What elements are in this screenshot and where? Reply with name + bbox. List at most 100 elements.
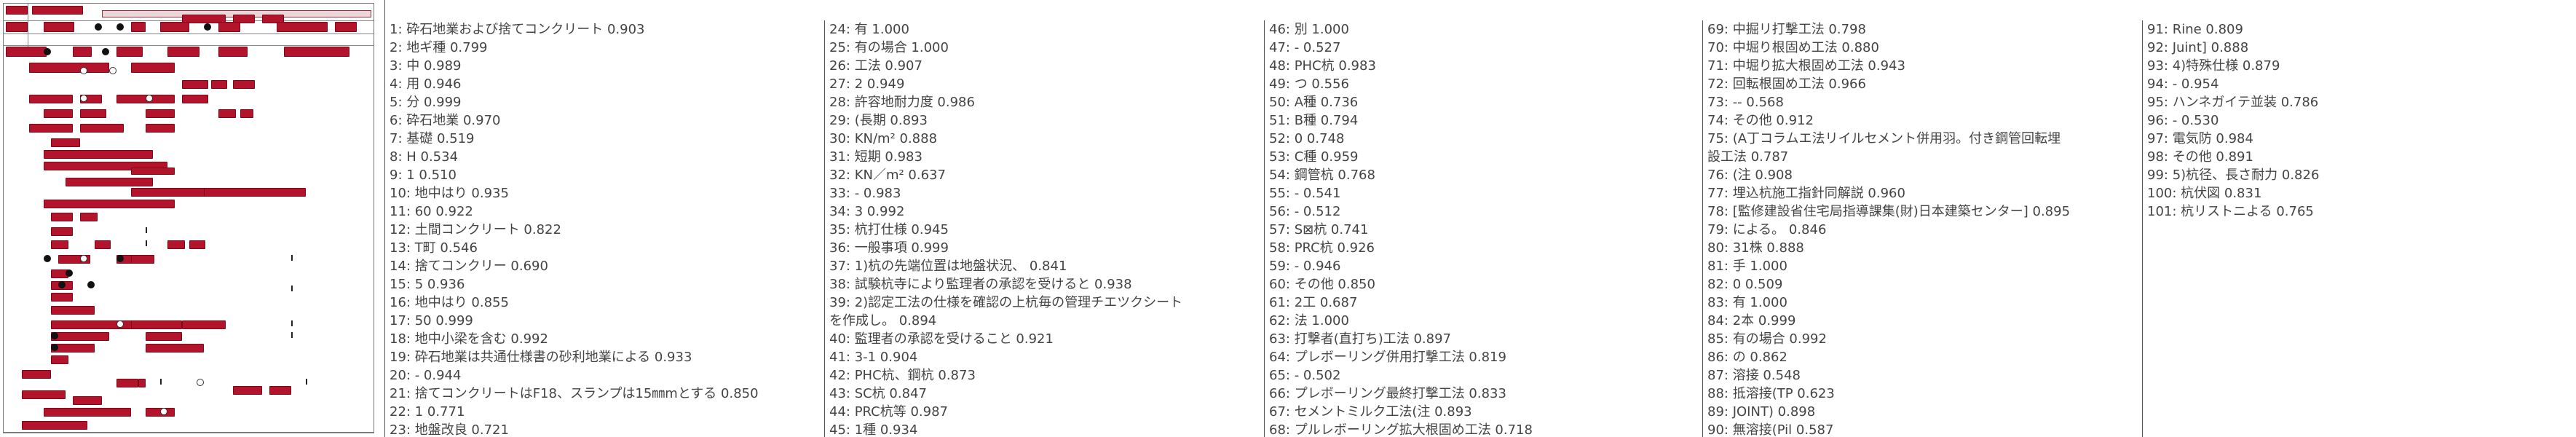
detection-box <box>240 109 253 118</box>
detection-box <box>218 109 236 118</box>
detection-box <box>51 355 68 364</box>
list-item: 17: 50 0.999 <box>390 313 473 328</box>
detection-box <box>44 150 153 159</box>
list-item: 53: C種 0.959 <box>1269 149 1359 165</box>
list-item: 9: 1 0.510 <box>390 168 457 183</box>
detection-box <box>51 240 68 249</box>
tick-mark <box>291 286 293 291</box>
list-item: 67: セメントミルク工法(注 0.893 <box>1269 404 1472 420</box>
empty-bullet <box>116 320 124 328</box>
list-item: 95: ハンネガイテ並装 0.786 <box>2147 95 2319 110</box>
detection-box <box>116 379 138 387</box>
list-item: 68: プルレボーリング拡大根固め工法 0.718 <box>1269 422 1533 437</box>
list-item: 43: SC杭 0.847 <box>829 386 927 401</box>
detection-box <box>80 109 106 118</box>
list-item: 84: 2本 0.999 <box>1707 313 1796 328</box>
list-item: 23: 地盤改良 0.721 <box>390 422 509 437</box>
list-item: 79: による。 0.846 <box>1707 222 1827 237</box>
list-item: 31: 短期 0.983 <box>829 149 922 165</box>
list-item: 15: 5 0.936 <box>390 277 465 292</box>
list-item: 60: その他 0.850 <box>1269 277 1375 292</box>
list-item: 1: 砕石地業および捨てコンクリート 0.903 <box>390 22 645 37</box>
detection-box <box>44 200 175 208</box>
list-item: 59: - 0.946 <box>1269 259 1341 274</box>
list-item: 25: 有の場合 1.000 <box>829 40 949 55</box>
list-item: 12: 土間コンクリート 0.822 <box>390 222 561 237</box>
detection-box <box>22 370 51 379</box>
list-item: 14: 捨てコンクリー 0.690 <box>390 259 548 274</box>
list-item: 96: - 0.530 <box>2147 113 2219 128</box>
detection-box <box>218 22 240 32</box>
list-item: 42: PHC杭、鋼杭 0.873 <box>829 368 976 383</box>
list-item: 72: 回転根固め工法 0.966 <box>1707 76 1866 92</box>
list-item: 85: 有の場合 0.992 <box>1707 331 1827 347</box>
list-item: 64: プレボーリング併用打撃工法 0.819 <box>1269 350 1506 365</box>
list-item: 37: 1)杭の先端位置は地盤状況、 0.841 <box>829 259 1067 274</box>
list-item: 16: 地中はり 0.855 <box>390 295 509 310</box>
detection-box <box>211 80 227 89</box>
detection-box <box>131 320 182 329</box>
list-item: 66: プレボーリング最終打撃工法 0.833 <box>1269 386 1506 401</box>
list-item: 98: その他 0.891 <box>2147 149 2253 165</box>
list-item: 50: A種 0.736 <box>1269 95 1359 110</box>
detection-box <box>167 240 185 249</box>
list-item: 49: つ 0.556 <box>1269 76 1349 92</box>
detection-box <box>204 188 306 197</box>
list-item: 88: 抵溶接(TP 0.623 <box>1707 386 1835 401</box>
empty-bullet <box>160 408 167 415</box>
detection-box <box>189 240 205 249</box>
list-item: 40: 監理者の承認を受けること 0.921 <box>829 331 1054 347</box>
list-item: 51: B種 0.794 <box>1269 113 1359 128</box>
list-item: 30: KN/m² 0.888 <box>829 131 938 146</box>
tick-mark <box>291 332 293 338</box>
list-item: 5: 分 0.999 <box>390 95 462 110</box>
tick-mark <box>291 320 293 326</box>
detection-box <box>284 47 349 57</box>
list-item: 32: KN／m² 0.637 <box>829 168 946 183</box>
filled-bullet <box>44 255 51 262</box>
detection-box <box>66 178 153 186</box>
list-column-5: 91: Rine 0.809 92: Juint] 0.888 93: 4)特殊仕様… <box>2142 20 2576 437</box>
list-item: 26: 工法 0.907 <box>829 58 922 74</box>
detection-box <box>73 396 102 405</box>
filled-bullet <box>95 23 102 31</box>
detection-box <box>6 47 47 57</box>
list-item: 58: PRC杭 0.926 <box>1269 240 1375 256</box>
filled-bullet <box>51 344 58 351</box>
list-item: 101: 杭リストニよる 0.765 <box>2147 204 2314 219</box>
detection-box <box>6 22 28 32</box>
list-item: 87: 溶接 0.548 <box>1707 368 1801 383</box>
list-item: 19: 砕石地業は共通仕様書の砂利地業による 0.933 <box>390 350 692 365</box>
detection-box <box>51 138 80 147</box>
detection-box <box>160 22 189 32</box>
list-item: 18: 地中小梁を含む 0.992 <box>390 331 548 347</box>
tick-mark <box>146 227 147 233</box>
list-item: 設工法 0.787 <box>1707 149 1789 165</box>
list-item: 45: 1種 0.934 <box>829 422 918 437</box>
detection-box <box>95 240 111 249</box>
detection-box <box>146 332 182 341</box>
list-item: 70: 中堀り根固め工法 0.880 <box>1707 40 1879 55</box>
detection-box <box>277 22 328 32</box>
filled-bullet <box>116 23 124 31</box>
detection-box <box>116 47 143 57</box>
list-item: 90: 無溶接(Pil 0.587 <box>1707 422 1834 437</box>
detection-box <box>233 80 255 89</box>
list-item: 11: 60 0.922 <box>390 204 473 219</box>
detection-box <box>44 22 74 32</box>
tick-mark <box>146 240 147 246</box>
list-item: 91: Rine 0.809 <box>2147 22 2243 37</box>
detection-box <box>146 344 204 353</box>
detection-box <box>80 124 124 133</box>
detection-box <box>131 63 175 73</box>
list-item: 36: 一般事項 0.999 <box>829 240 949 256</box>
list-item: 35: 杭打仕様 0.945 <box>829 222 949 237</box>
detection-box <box>218 47 248 57</box>
detection-box <box>182 80 208 89</box>
detection-box <box>6 6 28 15</box>
detection-box <box>138 379 146 387</box>
list-item: 65: - 0.502 <box>1269 368 1341 383</box>
detection-box <box>44 109 73 118</box>
list-item: 69: 中掘リ打撃工法 0.798 <box>1707 22 1866 37</box>
detection-box <box>182 95 208 103</box>
